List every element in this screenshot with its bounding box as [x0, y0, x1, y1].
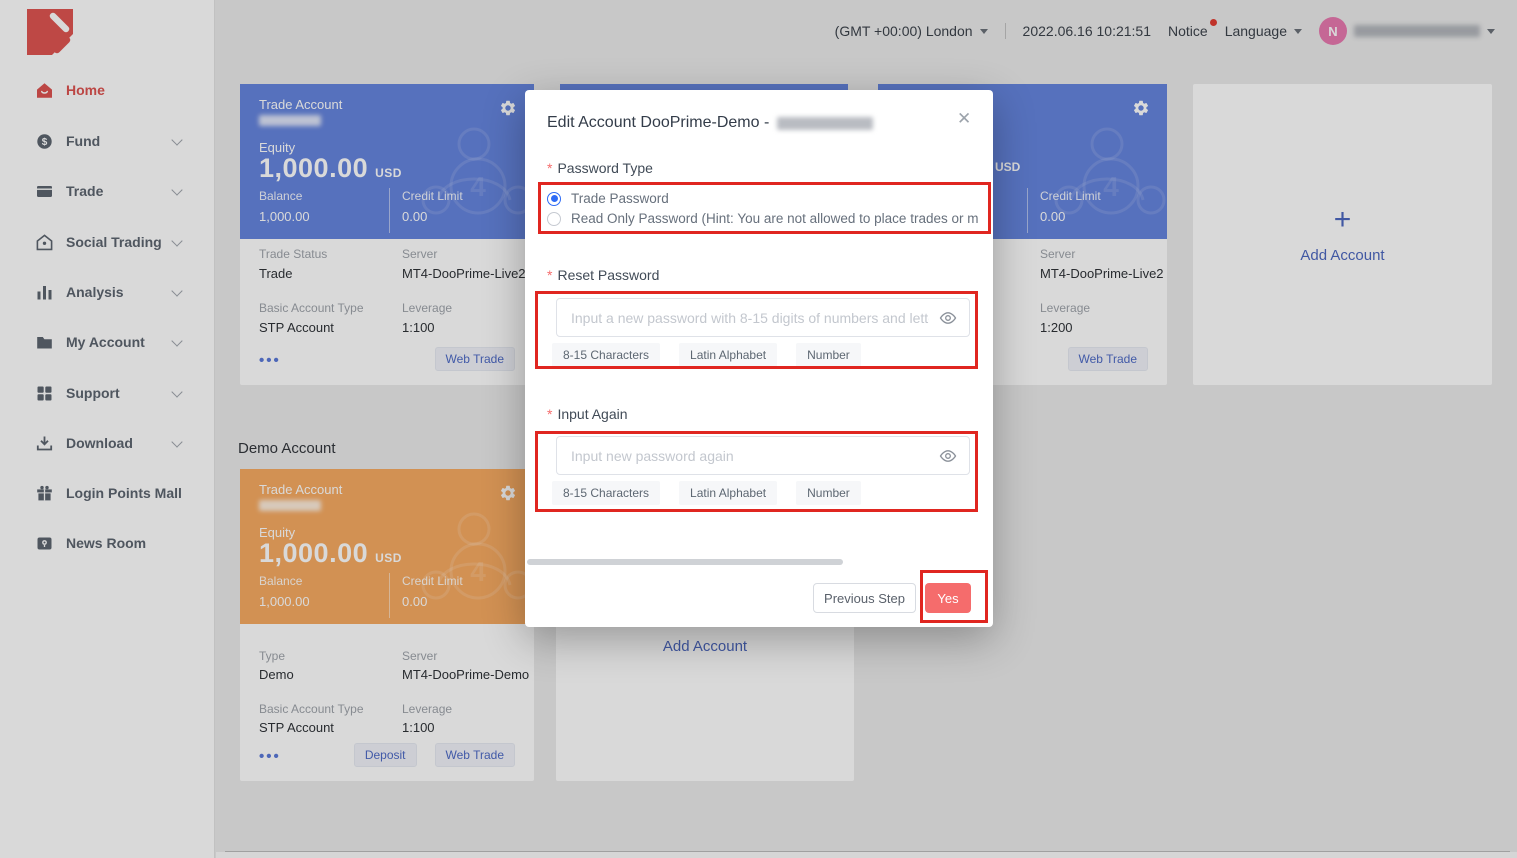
label-text: Input Again — [557, 406, 627, 422]
reset-password-label: * Reset Password — [547, 267, 659, 283]
radio-read-only-password[interactable]: Read Only Password (Hint: You are not al… — [547, 211, 979, 226]
label-text: Password Type — [557, 160, 652, 176]
confirm-password-input[interactable] — [556, 436, 970, 475]
required-marker: * — [547, 267, 552, 283]
modal-title-text: Edit Account DooPrime-Demo - — [547, 114, 769, 132]
password-rule-tags: 8-15 Characters Latin Alphabet Number — [552, 343, 861, 367]
close-icon[interactable]: ✕ — [957, 110, 971, 127]
password-rule-tags: 8-15 Characters Latin Alphabet Number — [552, 481, 861, 505]
doo-prime-dashboard: Home $ Fund Trade Social Trading Analysi… — [0, 0, 1517, 858]
password-type-label: * Password Type — [547, 160, 653, 176]
edit-account-modal: Edit Account DooPrime-Demo - ✕ * Password… — [525, 90, 993, 627]
radio-trade-password[interactable]: Trade Password — [547, 191, 979, 206]
radio-label: Read Only Password (Hint: You are not al… — [571, 211, 979, 226]
tag-number: Number — [796, 481, 861, 505]
eye-icon[interactable] — [939, 309, 957, 327]
modal-title: Edit Account DooPrime-Demo - — [547, 114, 873, 132]
radio-label: Trade Password — [571, 191, 669, 206]
radio-selected-icon — [547, 192, 561, 206]
tag-characters: 8-15 Characters — [552, 343, 660, 367]
new-password-input[interactable] — [556, 298, 970, 337]
yes-button[interactable]: Yes — [925, 583, 971, 613]
required-marker: * — [547, 160, 552, 176]
label-text: Reset Password — [557, 267, 659, 283]
account-number-redacted — [777, 117, 873, 130]
radio-unselected-icon — [547, 212, 561, 226]
eye-icon[interactable] — [939, 447, 957, 465]
input-again-label: * Input Again — [547, 406, 628, 422]
tag-number: Number — [796, 343, 861, 367]
tag-latin-alphabet: Latin Alphabet — [679, 481, 777, 505]
tag-latin-alphabet: Latin Alphabet — [679, 343, 777, 367]
previous-step-button[interactable]: Previous Step — [813, 583, 916, 613]
horizontal-scrollbar-thumb[interactable] — [527, 559, 843, 565]
required-marker: * — [547, 406, 552, 422]
tag-characters: 8-15 Characters — [552, 481, 660, 505]
